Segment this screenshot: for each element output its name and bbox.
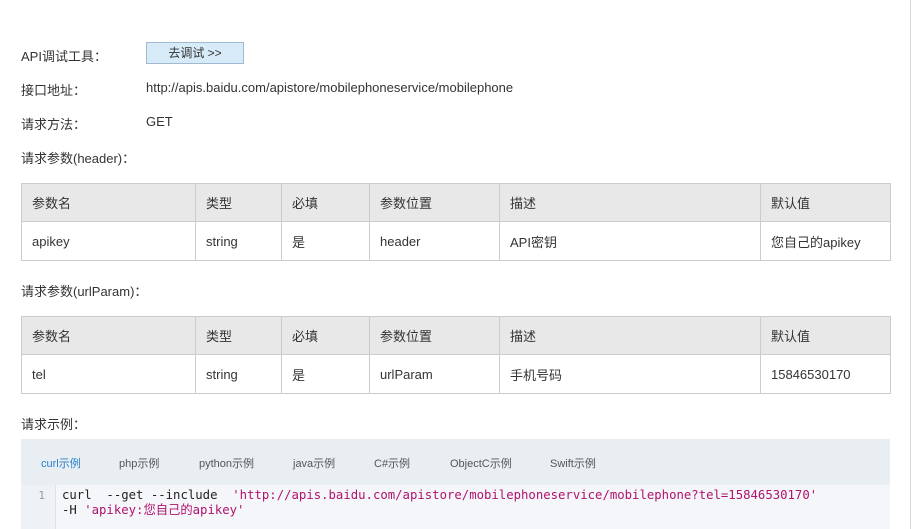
table-cell: urlParam bbox=[369, 354, 500, 394]
url-params-table: 参数名 类型 必填 参数位置 描述 默认值 tel string 是 urlPa… bbox=[21, 316, 891, 394]
tab-python[interactable]: python示例 bbox=[199, 455, 254, 471]
table-row: tel string 是 urlParam 手机号码 15846530170 bbox=[21, 354, 891, 394]
table-cell: tel bbox=[21, 354, 196, 394]
column-header: 必填 bbox=[281, 316, 370, 355]
table-cell: apikey bbox=[21, 221, 196, 261]
column-header: 描述 bbox=[499, 316, 761, 355]
column-header: 参数名 bbox=[21, 183, 196, 222]
endpoint-url: http://apis.baidu.com/apistore/mobilepho… bbox=[146, 80, 514, 95]
column-header: 参数名 bbox=[21, 316, 196, 355]
line-number: 1 bbox=[38, 489, 45, 502]
column-header: 描述 bbox=[499, 183, 761, 222]
table-cell: string bbox=[195, 221, 282, 261]
code-block[interactable]: 1 curl --get --include 'http://apis.baid… bbox=[21, 485, 890, 529]
table-cell: 是 bbox=[281, 354, 370, 394]
table-cell: header bbox=[369, 221, 500, 261]
code-command: curl --get --include bbox=[62, 488, 233, 502]
table-cell: string bbox=[195, 354, 282, 394]
column-header: 类型 bbox=[195, 183, 282, 222]
right-divider bbox=[910, 0, 911, 529]
examples-label: 请求示例： bbox=[21, 417, 87, 432]
table-header-row: 参数名 类型 必填 参数位置 描述 默认值 bbox=[21, 183, 891, 222]
table-cell: 15846530170 bbox=[760, 354, 891, 394]
table-header-row: 参数名 类型 必填 参数位置 描述 默认值 bbox=[21, 316, 891, 355]
code-url-string: 'http://apis.baidu.com/apistore/mobileph… bbox=[232, 488, 818, 502]
method-value: GET bbox=[146, 114, 173, 129]
column-header: 默认值 bbox=[760, 316, 891, 355]
header-params-table: 参数名 类型 必填 参数位置 描述 默认值 apikey string 是 he… bbox=[21, 183, 891, 261]
code-command: -H bbox=[62, 503, 85, 517]
tab-objectc[interactable]: ObjectC示例 bbox=[450, 455, 512, 471]
api-tool-label: API调试工具： bbox=[21, 49, 107, 64]
tab-php[interactable]: php示例 bbox=[119, 455, 159, 471]
header-params-label: 请求参数(header)： bbox=[21, 151, 136, 166]
column-header: 必填 bbox=[281, 183, 370, 222]
tab-curl[interactable]: curl示例 bbox=[41, 455, 81, 471]
code-example-panel: curl示例 php示例 python示例 java示例 C#示例 Object… bbox=[21, 439, 890, 529]
column-header: 参数位置 bbox=[369, 316, 500, 355]
tab-java[interactable]: java示例 bbox=[293, 455, 335, 471]
tab-csharp[interactable]: C#示例 bbox=[374, 455, 410, 471]
code-header-string: 'apikey:您自己的apikey' bbox=[84, 503, 245, 517]
tab-swift[interactable]: Swift示例 bbox=[550, 455, 596, 471]
endpoint-label: 接口地址： bbox=[21, 83, 87, 98]
column-header: 默认值 bbox=[760, 183, 891, 222]
url-params-label: 请求参数(urlParam)： bbox=[21, 284, 148, 299]
column-header: 类型 bbox=[195, 316, 282, 355]
table-cell: API密钥 bbox=[499, 221, 761, 261]
method-label: 请求方法： bbox=[21, 117, 87, 132]
line-number-gutter: 1 bbox=[21, 485, 56, 529]
code-text: curl --get --include 'http://apis.baidu.… bbox=[62, 488, 817, 518]
example-tabs: curl示例 php示例 python示例 java示例 C#示例 Object… bbox=[21, 439, 890, 485]
table-cell: 您自己的apikey bbox=[760, 221, 891, 261]
table-cell: 是 bbox=[281, 221, 370, 261]
table-cell: 手机号码 bbox=[499, 354, 761, 394]
table-row: apikey string 是 header API密钥 您自己的apikey bbox=[21, 221, 891, 261]
go-debug-button[interactable]: 去调试 >> bbox=[146, 42, 244, 64]
column-header: 参数位置 bbox=[369, 183, 500, 222]
